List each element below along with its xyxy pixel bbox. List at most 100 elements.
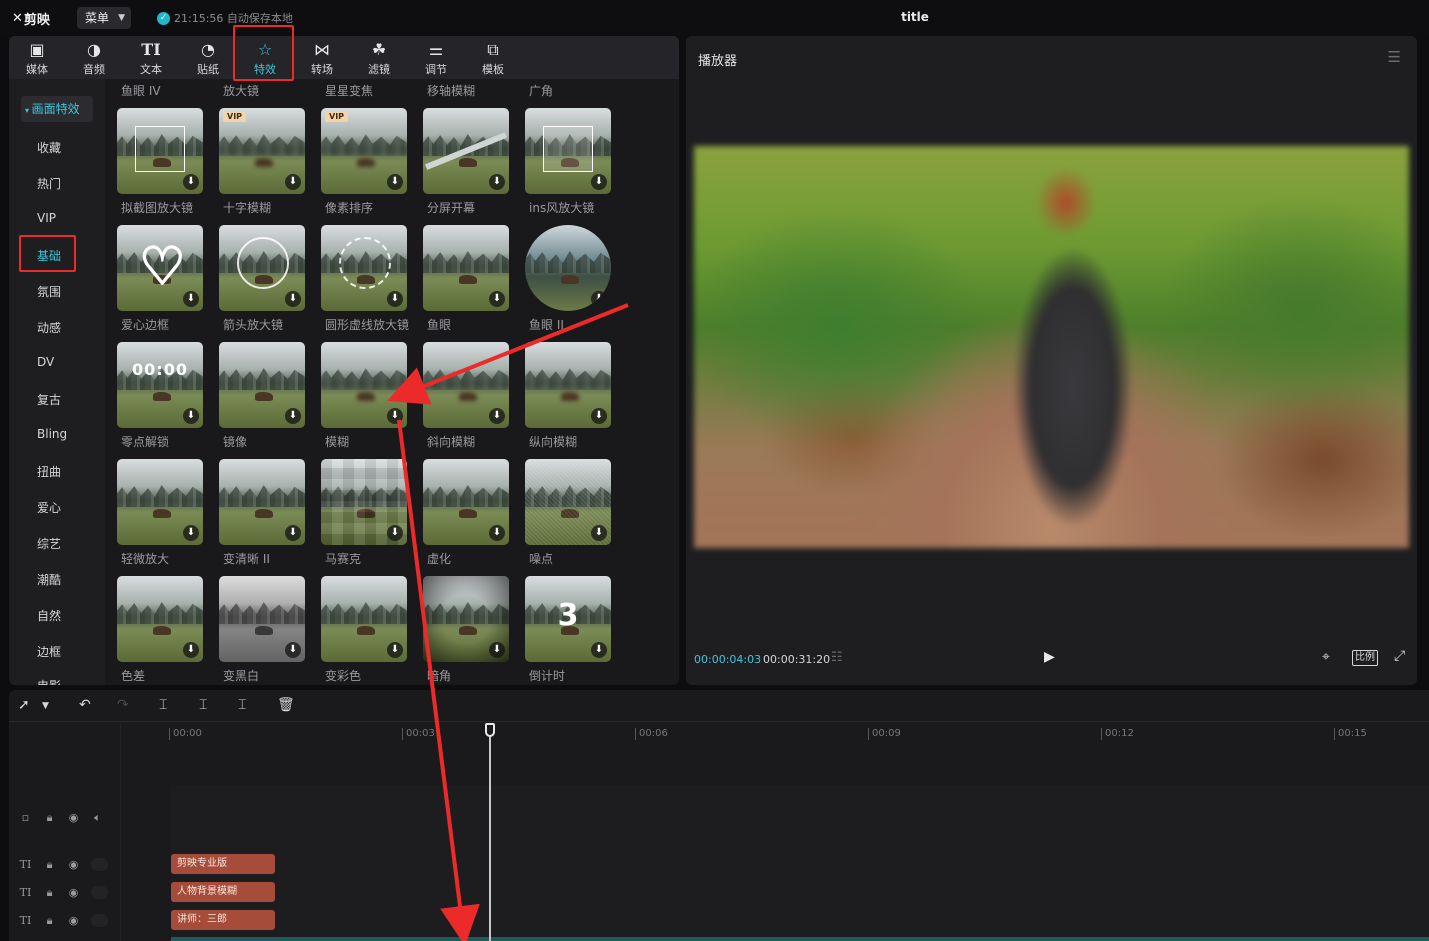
grid-view-icon[interactable]: ☷ [831,650,843,665]
download-icon[interactable]: ⬇ [285,291,301,307]
category-retro[interactable]: 复古 [37,391,61,408]
effect-thumbnail[interactable]: ♡ ⬇ [117,225,203,311]
category-love[interactable]: 爱心 [37,499,61,516]
download-icon[interactable]: ⬇ [285,174,301,190]
effect-thumbnail[interactable]: 3 ⬇ [525,576,611,662]
tab-filter[interactable]: ☘ 滤镜 [354,39,404,77]
download-icon[interactable]: ⬇ [489,408,505,424]
download-icon[interactable]: ⬇ [591,525,607,541]
download-icon[interactable]: ⬇ [387,642,403,658]
effect-thumbnail[interactable]: ⬇ [423,225,509,311]
effect-thumbnail[interactable]: VIP ⬇ [219,108,305,194]
text-clip[interactable]: 人物背景模糊 [171,882,275,902]
download-icon[interactable]: ⬇ [489,642,505,658]
download-icon[interactable]: ⬇ [591,174,607,190]
effect-thumbnail[interactable]: ⬇ [321,459,407,545]
download-icon[interactable]: ⬇ [183,291,199,307]
effect-thumbnail[interactable]: ⬇ [525,108,611,194]
tab-adjust[interactable]: ⚌ 调节 [411,39,461,77]
eye-icon[interactable]: ◉ [67,811,80,824]
download-icon[interactable]: ⬇ [285,408,301,424]
lock-icon[interactable]: 🔒︎ [43,858,56,871]
tab-media[interactable]: ▣ 媒体 [12,39,62,77]
delete-icon[interactable]: 🗑 [277,697,295,713]
effect-thumbnail[interactable]: VIP ⬇ [321,108,407,194]
lock-icon[interactable]: 🔒︎ [43,914,56,927]
video-preview[interactable] [694,146,1409,548]
download-icon[interactable]: ⬇ [285,525,301,541]
chevron-down-icon[interactable]: ▼ [42,701,49,711]
fullscreen-icon[interactable]: ⤢ [1394,648,1405,664]
download-icon[interactable]: ⬇ [183,642,199,658]
category-cool[interactable]: 潮酷 [37,571,61,588]
fit-screen-icon[interactable]: ⌖ [1322,649,1330,665]
eye-icon[interactable]: ◉ [67,858,80,871]
speaker-icon[interactable]: 🔈︎ [91,811,104,824]
effect-thumbnail[interactable]: ⬇ [321,225,407,311]
category-bling[interactable]: Bling [37,427,67,441]
download-icon[interactable]: ⬇ [591,642,607,658]
effect-thumbnail[interactable]: ⬇ [117,459,203,545]
category-group-screen-effects[interactable]: ▾ 画面特效 [21,96,93,122]
download-icon[interactable]: ⬇ [183,174,199,190]
video-clip[interactable] [171,937,1429,941]
time-ruler[interactable]: 00:00 00:03 00:06 00:09 00:12 00:15 [169,723,1429,745]
download-icon[interactable]: ⬇ [183,408,199,424]
undo-icon[interactable]: ↶ [79,697,91,713]
effect-thumbnail[interactable]: ⬇ [423,342,509,428]
download-icon[interactable]: ⬇ [489,525,505,541]
effect-thumbnail[interactable]: ⬇ [219,342,305,428]
category-hot[interactable]: 热门 [37,175,61,192]
lock-icon[interactable]: 🔒︎ [43,811,56,824]
download-icon[interactable]: ⬇ [387,291,403,307]
category-distort[interactable]: 扭曲 [37,463,61,480]
download-icon[interactable]: ⬇ [183,525,199,541]
playhead-handle[interactable] [485,723,495,737]
category-film[interactable]: 电影 [37,677,61,685]
tab-text[interactable]: TI 文本 [126,39,176,77]
download-icon[interactable]: ⬇ [387,525,403,541]
effect-thumbnail[interactable]: ⬇ [219,225,305,311]
download-icon[interactable]: ⬇ [489,174,505,190]
text-clip[interactable]: 讲师：三郎 [171,910,275,930]
category-dynamic[interactable]: 动感 [37,319,61,336]
download-icon[interactable]: ⬇ [591,408,607,424]
effect-thumbnail[interactable]: ⬇ [219,459,305,545]
category-atmosphere[interactable]: 氛围 [37,283,61,300]
effect-thumbnail[interactable]: ⬇ [321,342,407,428]
aspect-ratio-button[interactable]: 比例 [1352,650,1378,666]
eye-icon[interactable]: ◉ [67,886,80,899]
effect-thumbnail[interactable]: ⬇ [525,342,611,428]
category-vip[interactable]: VIP [37,211,56,225]
effect-thumbnail[interactable]: ⬇ [117,108,203,194]
tab-audio[interactable]: ◑ 音频 [69,39,119,77]
playhead-line[interactable] [489,723,491,941]
split-left-icon[interactable]: ⌶ [199,697,207,713]
effect-thumbnail[interactable]: ⬇ [423,576,509,662]
tab-transition[interactable]: ⋈ 转场 [297,39,347,77]
select-cursor-icon[interactable]: ➚ [18,697,30,713]
effect-thumbnail[interactable]: ⬇ [525,225,611,311]
eye-icon[interactable]: ◉ [67,914,80,927]
split-right-icon[interactable]: ⌶ [238,697,246,713]
hamburger-menu-icon[interactable]: ☰ [1388,48,1401,66]
category-border[interactable]: 边框 [37,643,61,660]
tab-sticker[interactable]: ◔ 贴纸 [183,39,233,77]
category-nature[interactable]: 自然 [37,607,61,624]
category-dv[interactable]: DV [37,355,54,369]
effect-thumbnail[interactable]: ⬇ [423,108,509,194]
category-favorites[interactable]: 收藏 [37,139,61,156]
category-variety[interactable]: 综艺 [37,535,61,552]
effect-thumbnail[interactable]: ⬇ [219,576,305,662]
effect-thumbnail[interactable]: ⬇ [525,459,611,545]
effect-thumbnail[interactable]: ⬇ [117,576,203,662]
effect-thumbnail[interactable]: ⬇ [423,459,509,545]
lock-icon[interactable]: 🔒︎ [43,886,56,899]
text-clip[interactable]: 剪映专业版 [171,854,275,874]
download-icon[interactable]: ⬇ [489,291,505,307]
effect-thumbnail[interactable]: 00:00 ⬇ [117,342,203,428]
tab-template[interactable]: ⧉ 模板 [468,39,518,77]
split-icon[interactable]: ⌶ [159,697,167,713]
cover-icon[interactable]: ▫ [19,811,32,824]
play-icon[interactable]: ▶ [1044,649,1055,665]
